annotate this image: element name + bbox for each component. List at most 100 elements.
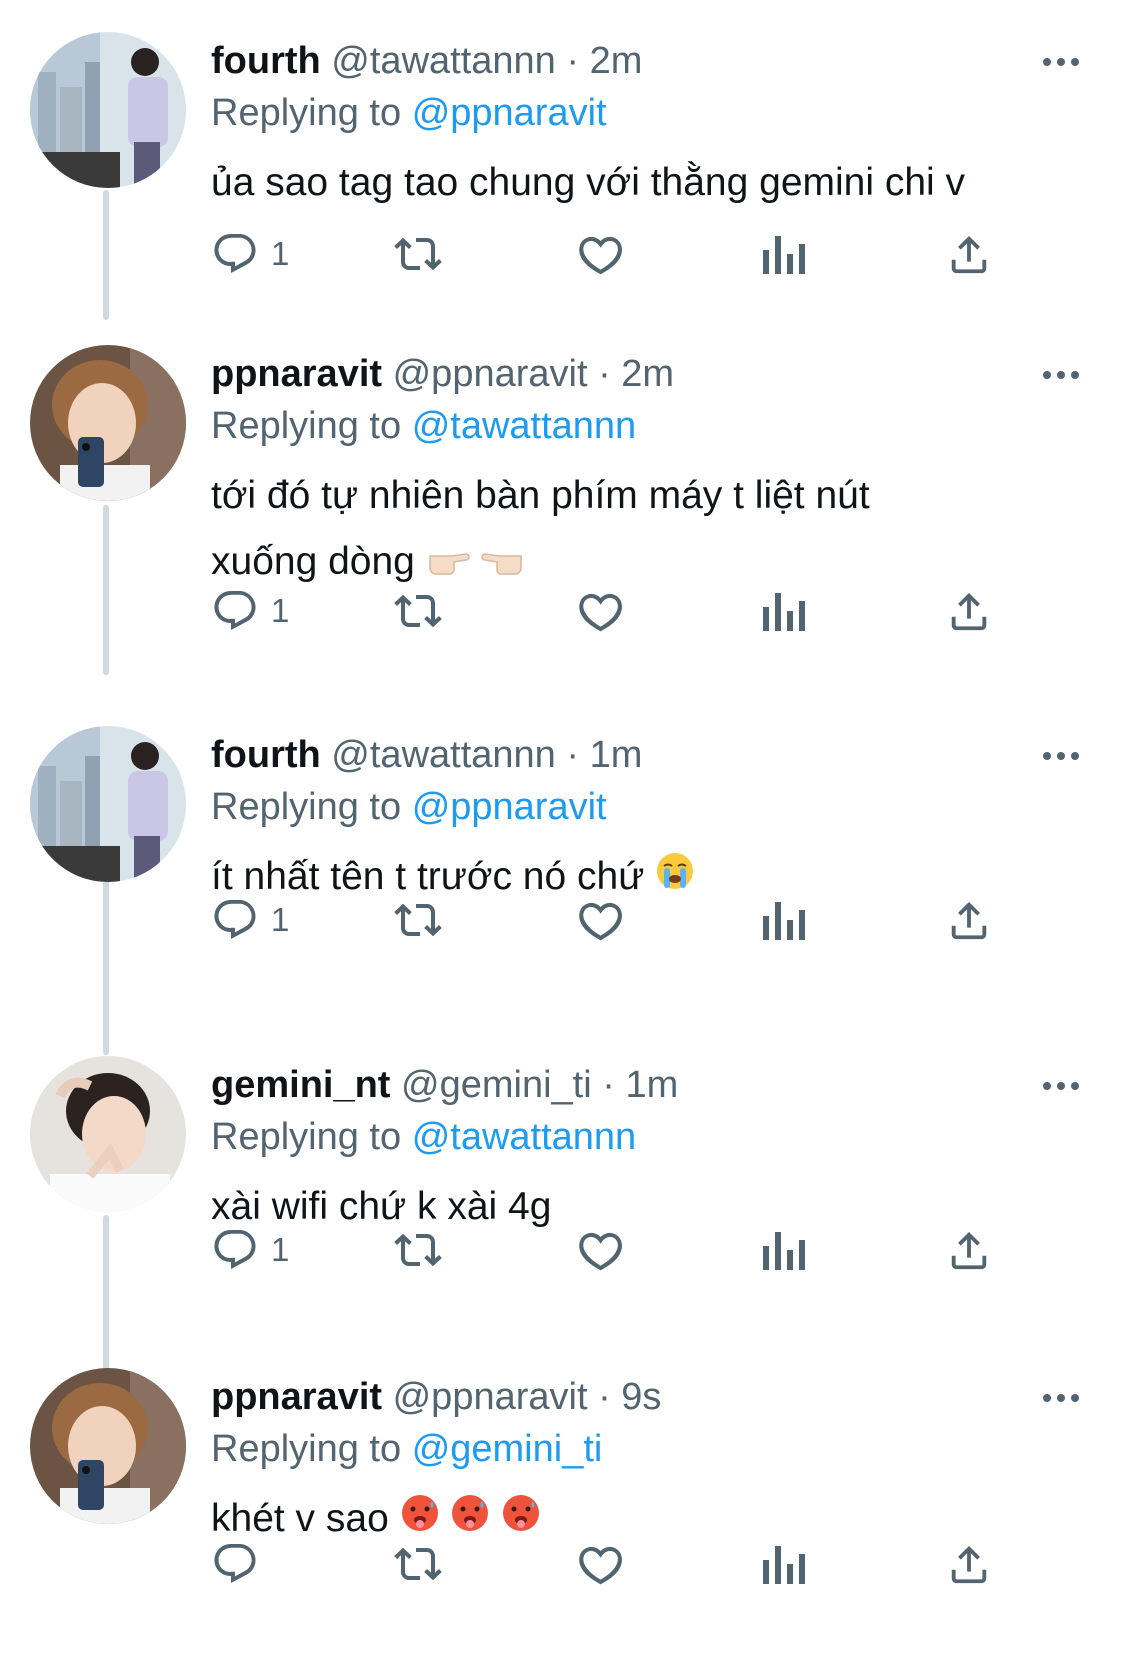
tweet-actions: 1: [211, 226, 1031, 282]
tweet-header: fourth @tawattannn · 2m: [211, 36, 642, 86]
reply-count: 1: [271, 1231, 290, 1268]
mention-link[interactable]: @ppnaravit: [412, 786, 607, 828]
timestamp[interactable]: 2m: [590, 40, 643, 82]
separator-dot: ·: [566, 734, 580, 776]
tweet-actions: 1: [211, 892, 1031, 948]
retweet-icon: [394, 237, 442, 271]
retweet-icon: [394, 594, 442, 628]
reply-icon: [214, 1230, 256, 1269]
replying-to: Replying to @tawattannn: [211, 401, 636, 451]
avatar[interactable]: [30, 32, 186, 188]
display-name[interactable]: ppnaravit: [211, 1376, 382, 1418]
replying-label: Replying to: [211, 92, 402, 134]
display-name[interactable]: gemini_nt: [211, 1064, 390, 1106]
share-button[interactable]: [946, 892, 992, 948]
like-button[interactable]: [576, 1536, 626, 1592]
reply-button[interactable]: 1: [211, 226, 289, 282]
retweet-button[interactable]: [391, 1222, 445, 1278]
retweet-button[interactable]: [391, 1536, 445, 1592]
avatar[interactable]: [30, 1368, 186, 1524]
retweet-icon: [394, 1233, 442, 1267]
views-button[interactable]: [761, 583, 805, 639]
retweet-button[interactable]: [391, 226, 445, 282]
replying-label: Replying to: [211, 405, 402, 447]
avatar[interactable]: [30, 726, 186, 882]
separator-dot: ·: [602, 1064, 615, 1106]
share-icon: [951, 1545, 987, 1584]
mention-link[interactable]: @tawattannn: [412, 1116, 637, 1158]
reply-button[interactable]: [211, 1536, 271, 1592]
like-button[interactable]: [576, 892, 626, 948]
handle[interactable]: @ppnaravit: [393, 353, 588, 395]
views-icon: [763, 902, 805, 940]
tweet-text-content: ủa sao tag tao chung với thằng gemini ch…: [211, 161, 966, 204]
heart-icon: [579, 593, 622, 632]
reply-button[interactable]: 1: [211, 1222, 289, 1278]
views-button[interactable]: [761, 1536, 805, 1592]
reply-count: 1: [271, 901, 290, 938]
like-button[interactable]: [576, 583, 626, 639]
share-button[interactable]: [946, 1222, 992, 1278]
views-button[interactable]: [761, 892, 805, 948]
display-name[interactable]: fourth: [211, 734, 321, 776]
avatar[interactable]: [30, 1056, 186, 1212]
tweet-text-content: khét v sao: [211, 1497, 389, 1540]
handle[interactable]: @gemini_ti: [401, 1064, 592, 1106]
retweet-button[interactable]: [391, 892, 445, 948]
heart-icon: [579, 1546, 622, 1585]
retweet-button[interactable]: [391, 583, 445, 639]
share-button[interactable]: [946, 226, 992, 282]
reply-icon: [214, 591, 256, 630]
like-button[interactable]: [576, 226, 626, 282]
display-name[interactable]: fourth: [211, 40, 321, 82]
more-icon[interactable]: [1036, 365, 1086, 385]
reply-button[interactable]: 1: [211, 892, 289, 948]
tweet-text: ủa sao tag tao chung với thằng gemini ch…: [211, 150, 1071, 216]
tweet-header: ppnaravit @ppnaravit · 2m: [211, 349, 674, 399]
replying-label: Replying to: [211, 1116, 402, 1158]
handle[interactable]: @ppnaravit: [393, 1376, 588, 1418]
separator-dot: ·: [598, 353, 611, 395]
tweet-header: fourth @tawattannn · 1m: [211, 730, 642, 780]
timestamp[interactable]: 1m: [590, 734, 643, 776]
reply-count: 1: [271, 235, 290, 272]
tweet-actions: 1: [211, 1222, 1031, 1278]
mention-link[interactable]: @ppnaravit: [412, 92, 607, 134]
timestamp[interactable]: 1m: [625, 1064, 678, 1106]
views-icon: [763, 1232, 805, 1270]
heart-icon: [579, 1232, 622, 1271]
more-icon[interactable]: [1036, 1076, 1086, 1096]
tweet-text-line: tới đó tự nhiên bàn phím máy t liệt nút: [211, 474, 870, 517]
mention-link[interactable]: @gemini_ti: [412, 1428, 603, 1470]
mention-link[interactable]: @tawattannn: [412, 405, 637, 447]
display-name[interactable]: ppnaravit: [211, 353, 382, 395]
tweet-header: ppnaravit @ppnaravit · 9s: [211, 1372, 661, 1422]
replying-to: Replying to @ppnaravit: [211, 782, 607, 832]
views-button[interactable]: [761, 226, 805, 282]
thread-line: [103, 1215, 109, 1370]
more-icon[interactable]: [1036, 746, 1086, 766]
handle[interactable]: @tawattannn: [331, 734, 556, 776]
reply-button[interactable]: 1: [211, 583, 289, 639]
tweet-text-content: xuống dòng: [211, 540, 415, 583]
more-icon[interactable]: [1036, 52, 1086, 72]
more-icon[interactable]: [1036, 1388, 1086, 1408]
share-icon: [951, 235, 987, 274]
retweet-icon: [394, 903, 442, 937]
handle[interactable]: @tawattannn: [331, 40, 556, 82]
views-button[interactable]: [761, 1222, 805, 1278]
avatar[interactable]: [30, 345, 186, 501]
thread-line: [103, 190, 109, 320]
share-icon: [951, 1231, 987, 1270]
share-button[interactable]: [946, 583, 992, 639]
thread-line: [103, 505, 109, 675]
timestamp[interactable]: 9s: [621, 1376, 661, 1418]
tweet-text: tới đó tự nhiên bàn phím máy t liệt nút …: [211, 463, 1071, 597]
tweet-header: gemini_nt @gemini_ti · 1m: [211, 1060, 678, 1110]
reply-icon: [214, 1544, 256, 1583]
views-icon: [763, 593, 805, 631]
share-button[interactable]: [946, 1536, 992, 1592]
like-button[interactable]: [576, 1222, 626, 1278]
timestamp[interactable]: 2m: [621, 353, 674, 395]
replying-to: Replying to @gemini_ti: [211, 1424, 602, 1474]
